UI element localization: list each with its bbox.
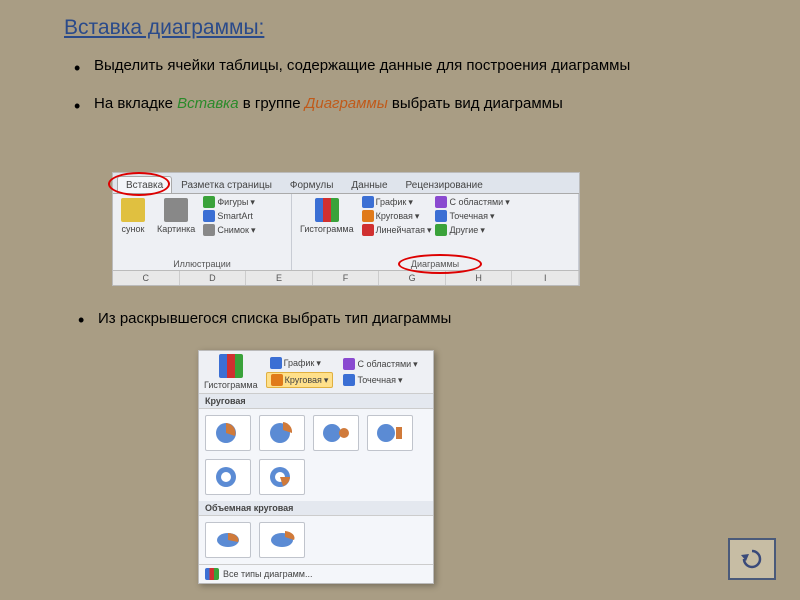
all-charts-icon — [205, 568, 219, 580]
label: Фигуры — [217, 197, 248, 207]
dropdown-section-pie: Круговая — [199, 394, 433, 409]
btn-shapes[interactable]: Фигуры ▾ — [203, 196, 255, 208]
picture-icon — [121, 198, 145, 222]
col-header: D — [180, 271, 247, 285]
pie-chart-type-3[interactable] — [313, 415, 359, 451]
col-header: F — [313, 271, 380, 285]
btn-chart-pie[interactable]: Круговая ▾ — [362, 210, 432, 222]
area-chart-icon — [343, 358, 355, 370]
btn-screenshot[interactable]: Снимок ▾ — [203, 224, 255, 236]
smartart-icon — [203, 210, 215, 222]
btn-chart-bar[interactable]: Линейчатая ▾ — [362, 224, 432, 236]
label: Линейчатая — [376, 225, 425, 235]
btn-picture[interactable]: сунок — [117, 196, 149, 236]
pie-chart-type-4[interactable] — [367, 415, 413, 451]
pie-chart-type-5[interactable] — [205, 459, 251, 495]
label: График — [376, 197, 407, 207]
spreadsheet-columns: C D E F G H I — [113, 270, 579, 285]
tab-page-layout[interactable]: Разметка страницы — [172, 176, 281, 193]
bullet-item-2: На вкладке Вставка в группе Диаграммы вы… — [74, 94, 740, 114]
label: С областями — [357, 359, 411, 369]
all-chart-types[interactable]: Все типы диаграмм... — [199, 564, 433, 583]
btn-chart-line-2[interactable]: График ▾ — [266, 356, 334, 370]
keyword-vstavka: Вставка — [177, 95, 238, 112]
page-title: Вставка диаграммы: — [64, 16, 264, 40]
screenshot-icon — [203, 224, 215, 236]
pie-chart-type-1[interactable] — [205, 415, 251, 451]
dropdown-section-3dpie: Объемная круговая — [199, 501, 433, 516]
pie-chart-icon — [362, 210, 374, 222]
shapes-icon — [203, 196, 215, 208]
text: На вкладке — [94, 95, 177, 112]
group-label-charts: Диаграммы — [296, 258, 574, 270]
bullet-item-3: Из раскрывшегося списка выбрать тип диаг… — [78, 310, 740, 327]
label: Круговая — [376, 211, 413, 221]
btn-histogram-2[interactable]: Гистограмма — [202, 354, 260, 390]
label: Картинка — [157, 224, 195, 234]
area-chart-icon — [435, 196, 447, 208]
tab-review[interactable]: Рецензирование — [397, 176, 492, 193]
btn-chart-scatter-2[interactable]: Точечная ▾ — [339, 373, 421, 387]
line-chart-icon — [362, 196, 374, 208]
histogram-icon — [315, 198, 339, 222]
btn-chart-scatter[interactable]: Точечная ▾ — [435, 210, 509, 222]
label: Точечная — [449, 211, 488, 221]
label: Гистограмма — [300, 224, 354, 234]
pie-chart-type-6[interactable] — [259, 459, 305, 495]
group-label-illustrations: Иллюстрации — [117, 258, 287, 270]
btn-clipart[interactable]: Картинка — [153, 196, 199, 236]
pie3d-thumbs — [199, 516, 433, 564]
tab-insert[interactable]: Вставка — [117, 176, 172, 193]
label: График — [284, 358, 315, 368]
label: Другие — [449, 225, 478, 235]
col-header: I — [512, 271, 579, 285]
label: Гистограмма — [204, 380, 258, 390]
ribbon-tabs: Вставка Разметка страницы Формулы Данные… — [113, 173, 579, 194]
col-header: E — [246, 271, 313, 285]
line-chart-icon — [270, 357, 282, 369]
pie-chart-icon — [271, 374, 283, 386]
label: сунок — [122, 224, 145, 234]
other-chart-icon — [435, 224, 447, 236]
label: SmartArt — [217, 211, 253, 221]
bullet-list-2: Из раскрывшегося списка выбрать тип диаг… — [78, 310, 740, 327]
btn-chart-other[interactable]: Другие ▾ — [435, 224, 509, 236]
label: Точечная — [357, 375, 396, 385]
back-arrow-icon — [738, 547, 766, 571]
col-header: C — [113, 271, 180, 285]
back-button[interactable] — [728, 538, 776, 580]
bullet-list: Выделить ячейки таблицы, содержащие данн… — [74, 56, 740, 133]
col-header: G — [379, 271, 446, 285]
tab-formulas[interactable]: Формулы — [281, 176, 343, 193]
keyword-diagrams: Диаграммы — [305, 95, 388, 112]
btn-chart-area[interactable]: С областями ▾ — [435, 196, 509, 208]
chart-dropdown-screenshot: Гистограмма График ▾ Круговая ▾ С област… — [198, 350, 434, 584]
histogram-icon — [219, 354, 243, 378]
pie3d-chart-type-1[interactable] — [205, 522, 251, 558]
label: Снимок — [217, 225, 249, 235]
text: в группе — [239, 95, 305, 112]
clipart-icon — [164, 198, 188, 222]
bar-chart-icon — [362, 224, 374, 236]
scatter-chart-icon — [435, 210, 447, 222]
text: выбрать вид диаграммы — [388, 95, 563, 112]
pie3d-chart-type-2[interactable] — [259, 522, 305, 558]
btn-chart-area-2[interactable]: С областями ▾ — [339, 357, 421, 371]
ribbon-screenshot-1: Вставка Разметка страницы Формулы Данные… — [112, 172, 580, 286]
btn-smartart[interactable]: SmartArt — [203, 210, 255, 222]
pie-chart-type-2[interactable] — [259, 415, 305, 451]
label: Все типы диаграмм... — [223, 569, 312, 579]
label: С областями — [449, 197, 503, 207]
label: Круговая — [285, 375, 322, 385]
pie-thumbs — [199, 409, 433, 501]
btn-histogram[interactable]: Гистограмма — [296, 196, 358, 236]
bullet-item-1: Выделить ячейки таблицы, содержащие данн… — [74, 56, 740, 76]
btn-chart-line[interactable]: График ▾ — [362, 196, 432, 208]
col-header: H — [446, 271, 513, 285]
scatter-chart-icon — [343, 374, 355, 386]
tab-data[interactable]: Данные — [342, 176, 396, 193]
btn-chart-pie-selected[interactable]: Круговая ▾ — [266, 372, 334, 388]
